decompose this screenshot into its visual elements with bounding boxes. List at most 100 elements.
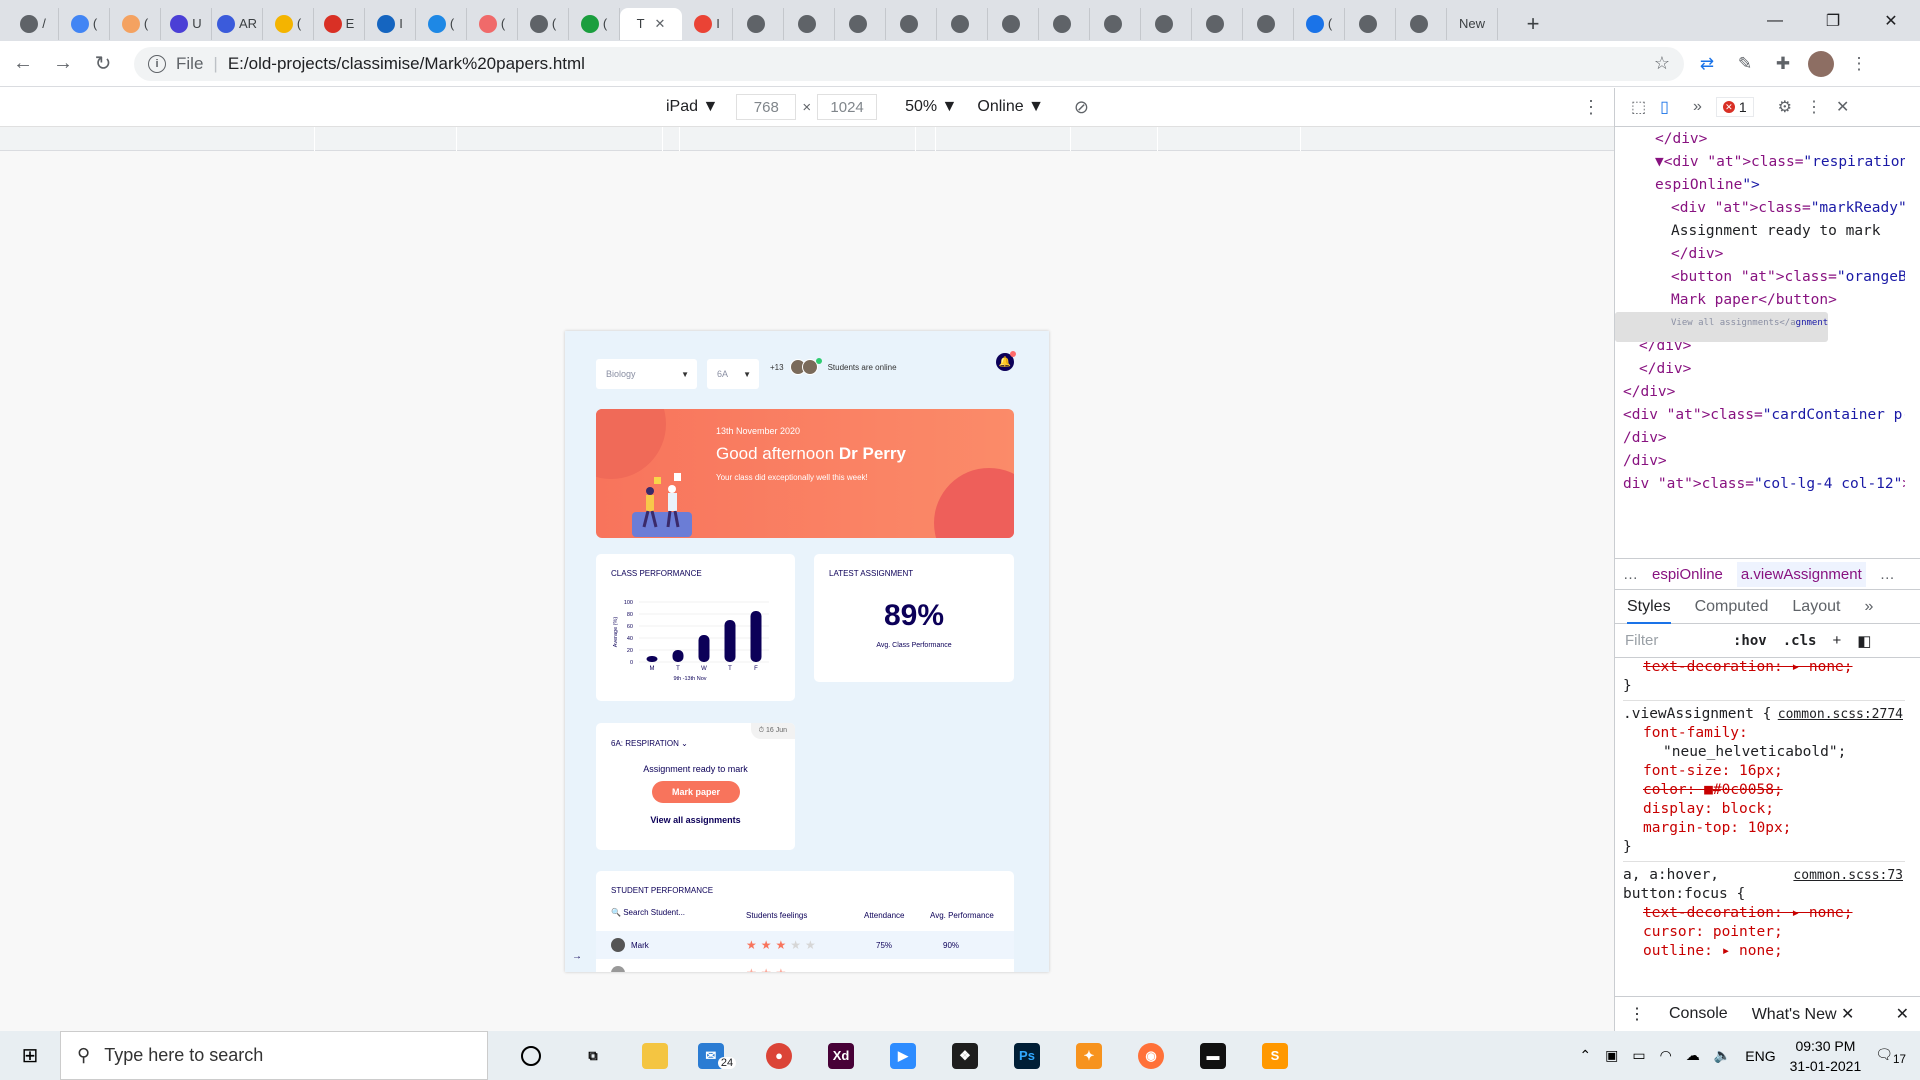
- back-button[interactable]: ←: [6, 47, 40, 81]
- taskbar-search[interactable]: ⚲ Type here to search: [60, 1031, 488, 1080]
- inspect-icon[interactable]: ⬚: [1631, 97, 1646, 117]
- browser-tab[interactable]: I: [365, 7, 416, 40]
- photoshop-icon[interactable]: Ps: [996, 1031, 1058, 1080]
- browser-tab[interactable]: [988, 7, 1039, 40]
- device-toggle-icon[interactable]: ▯: [1660, 97, 1669, 117]
- zoom-select[interactable]: 50% ▼: [905, 98, 957, 116]
- cls-toggle[interactable]: .cls: [1783, 633, 1817, 649]
- more-tabs-icon[interactable]: »: [1864, 598, 1873, 616]
- chrome-icon[interactable]: ●: [748, 1031, 810, 1080]
- close-drawer-icon[interactable]: ✕: [1896, 1004, 1909, 1024]
- browser-tab[interactable]: (: [467, 7, 518, 40]
- mail-icon[interactable]: ✉ 24: [686, 1031, 748, 1080]
- browser-tab[interactable]: (: [59, 7, 110, 40]
- browser-tab[interactable]: [1192, 7, 1243, 40]
- dom-node-line[interactable]: <div "at">class="cardContainer p-0">: [1615, 404, 1905, 427]
- mark-paper-button[interactable]: Mark paper: [652, 781, 740, 803]
- browser-tab[interactable]: [1396, 7, 1447, 40]
- media-query-ruler[interactable]: [0, 127, 1614, 151]
- puzzle-icon[interactable]: ✚: [1770, 51, 1796, 77]
- rotate-icon[interactable]: ⊘: [1074, 97, 1089, 118]
- browser-tab[interactable]: (: [518, 7, 569, 40]
- minimize-button[interactable]: —: [1746, 0, 1804, 41]
- sublime-text-icon[interactable]: S: [1244, 1031, 1306, 1080]
- view-all-assignments-link[interactable]: View all assignments: [596, 815, 795, 825]
- browser-tab[interactable]: (: [569, 7, 620, 40]
- dom-node-line[interactable]: /div>: [1615, 427, 1905, 450]
- bookmark-star-icon[interactable]: ☆: [1654, 53, 1670, 74]
- chevron-up-icon[interactable]: ⌃: [1579, 1047, 1591, 1064]
- height-input[interactable]: 1024: [817, 94, 878, 120]
- tab-computed[interactable]: Computed: [1695, 598, 1769, 616]
- reload-button[interactable]: ↻: [86, 47, 120, 81]
- browser-tab[interactable]: [1090, 7, 1141, 40]
- browser-tab[interactable]: AR: [212, 7, 263, 40]
- assignment-title-select[interactable]: 6A: RESPIRATION ⌄: [611, 739, 688, 748]
- close-window-button[interactable]: ✕: [1862, 0, 1920, 41]
- browser-tab[interactable]: [733, 7, 784, 40]
- forward-button[interactable]: →: [46, 47, 80, 81]
- dom-node-line[interactable]: </div>: [1615, 358, 1905, 381]
- task-view-icon[interactable]: ⧉: [562, 1031, 624, 1080]
- cortana-icon[interactable]: [500, 1031, 562, 1080]
- class-select[interactable]: 6A ▼: [707, 359, 759, 389]
- breadcrumb-item[interactable]: espiOnline: [1652, 566, 1723, 583]
- browser-tab[interactable]: [1141, 7, 1192, 40]
- clock[interactable]: 09:30 PM 31-01-2021: [1790, 1036, 1862, 1076]
- browser-tab[interactable]: U: [161, 7, 212, 40]
- arrow-right-icon[interactable]: →: [572, 951, 582, 962]
- battery-icon[interactable]: ▭: [1632, 1047, 1645, 1064]
- file-explorer-icon[interactable]: [624, 1031, 686, 1080]
- tab-console[interactable]: Console: [1669, 1005, 1728, 1023]
- close-tab-icon[interactable]: ✕: [655, 16, 666, 32]
- breadcrumb-item[interactable]: a.viewAssignment: [1736, 561, 1866, 587]
- student-search[interactable]: 🔍 Search Student...: [611, 908, 685, 917]
- browser-tab[interactable]: [835, 7, 886, 40]
- browser-tab[interactable]: (: [263, 7, 314, 40]
- wifi-icon[interactable]: ◠: [1660, 1047, 1672, 1064]
- device-more-icon[interactable]: ⋮: [1582, 97, 1600, 118]
- settings-icon[interactable]: ⚙: [1778, 97, 1792, 117]
- browser-tab[interactable]: [1243, 7, 1294, 40]
- profile-avatar[interactable]: [1808, 50, 1834, 77]
- rule-source-link[interactable]: common.scss:73: [1793, 866, 1903, 885]
- volume-icon[interactable]: 🔈: [1714, 1047, 1731, 1064]
- width-input[interactable]: 768: [736, 94, 797, 120]
- rule-source-link[interactable]: common.scss:2774: [1778, 705, 1903, 724]
- windows-start-icon[interactable]: ⊞: [0, 1031, 60, 1080]
- new-tab-button[interactable]: +: [1518, 9, 1548, 39]
- browser-tab[interactable]: [784, 7, 835, 40]
- app-icon[interactable]: ✦: [1058, 1031, 1120, 1080]
- filter-input[interactable]: Filter: [1625, 632, 1717, 649]
- dom-node-line[interactable]: View all assignments</a: [1615, 312, 1796, 342]
- usb-icon[interactable]: ▣: [1605, 1047, 1618, 1064]
- dom-node-line[interactable]: </div>: [1615, 128, 1905, 151]
- restore-button[interactable]: ❐: [1804, 0, 1862, 41]
- tab-layout[interactable]: Layout: [1792, 598, 1840, 616]
- browser-tab[interactable]: I: [682, 7, 733, 40]
- browser-tab[interactable]: [1345, 7, 1396, 40]
- url-text[interactable]: E:/old-projects/classimise/Mark%20papers…: [228, 54, 585, 74]
- dom-node-line[interactable]: Mark paper</button>: [1615, 289, 1905, 312]
- dom-node-line[interactable]: ▼<div "at">class="respirationOut: [1615, 151, 1905, 174]
- dom-node-line[interactable]: Assignment ready to mark: [1615, 220, 1905, 243]
- firefox-icon[interactable]: ◉: [1120, 1031, 1182, 1080]
- figma-icon[interactable]: ❖: [934, 1031, 996, 1080]
- dom-node-line[interactable]: </div>: [1615, 243, 1905, 266]
- extension-icon[interactable]: ⇄: [1694, 51, 1720, 77]
- bell-icon[interactable]: 🔔: [996, 351, 1016, 371]
- table-row[interactable]: ★★★: [596, 959, 1014, 972]
- network-select[interactable]: Online ▼: [977, 98, 1044, 116]
- dom-node-line[interactable]: <div "at">class="markReady">: [1615, 197, 1905, 220]
- onedrive-icon[interactable]: ☁: [1686, 1047, 1700, 1064]
- close-devtools-icon[interactable]: ✕: [1836, 97, 1849, 117]
- tab-styles[interactable]: Styles: [1627, 598, 1671, 624]
- language-indicator[interactable]: ENG: [1745, 1048, 1775, 1064]
- browser-tab[interactable]: [937, 7, 988, 40]
- dom-node-line[interactable]: /div>: [1615, 450, 1905, 473]
- browser-tab[interactable]: T ✕: [620, 7, 682, 40]
- menu-kebab-icon[interactable]: ⋮: [1846, 51, 1872, 77]
- eyedropper-icon[interactable]: ✎: [1732, 51, 1758, 77]
- tab-whats-new[interactable]: What's New ✕: [1752, 1004, 1855, 1024]
- table-row[interactable]: Mark ★★★★★ 75% 90%: [596, 931, 1014, 959]
